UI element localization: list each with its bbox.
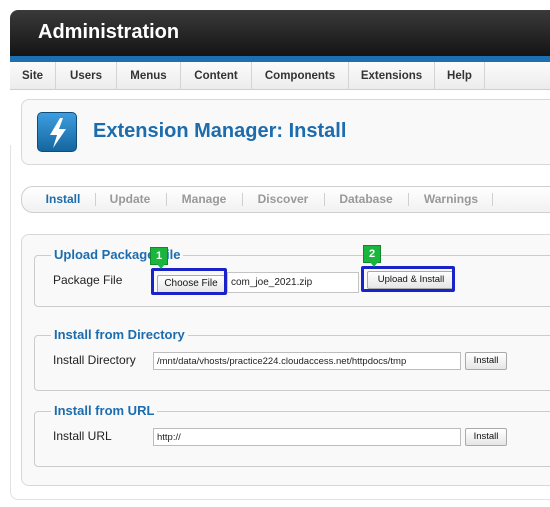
tab-divider — [95, 193, 96, 206]
admin-header: Administration — [10, 10, 550, 56]
tab-divider — [408, 193, 409, 206]
install-url-legend: Install from URL — [51, 403, 158, 419]
title-panel: Extension Manager: Install — [21, 99, 550, 165]
package-file-label: Package File — [53, 273, 123, 287]
step-1-badge: 1 — [150, 247, 168, 269]
tab-install[interactable]: Install — [36, 187, 90, 212]
menu-item-menus[interactable]: Menus — [117, 62, 181, 90]
menu-item-site[interactable]: Site — [10, 62, 56, 90]
tab-bar: Install Update Manage Discover Database … — [21, 186, 550, 213]
package-file-name: com_joe_2021.zip — [227, 272, 359, 293]
menu-item-users[interactable]: Users — [56, 62, 117, 90]
tab-divider — [492, 193, 493, 206]
menu-item-components[interactable]: Components — [252, 62, 349, 90]
tab-divider — [324, 193, 325, 206]
tab-database[interactable]: Database — [330, 187, 402, 212]
install-directory-input[interactable] — [153, 352, 461, 370]
install-url-label: Install URL — [53, 429, 112, 443]
tab-warnings[interactable]: Warnings — [414, 187, 488, 212]
menu-item-help[interactable]: Help — [435, 62, 485, 90]
install-panel: Upload Package File Package File Choose … — [21, 234, 550, 486]
menu-item-content[interactable]: Content — [181, 62, 252, 90]
install-url-fieldset: Install from URL Install URL Install — [34, 403, 550, 467]
install-directory-legend: Install from Directory — [51, 327, 188, 343]
install-directory-fieldset: Install from Directory Install Directory… — [34, 327, 550, 391]
tab-divider — [242, 193, 243, 206]
upload-install-highlight — [361, 266, 455, 292]
top-menu: Site Users Menus Content Components Exte… — [10, 62, 550, 90]
admin-title: Administration — [38, 21, 180, 43]
tab-divider — [166, 193, 167, 206]
tab-manage[interactable]: Manage — [172, 187, 236, 212]
page-title: Extension Manager: Install — [93, 120, 347, 142]
tab-update[interactable]: Update — [100, 187, 160, 212]
upload-package-fieldset: Upload Package File Package File Choose … — [34, 247, 550, 307]
install-url-button[interactable]: Install — [465, 428, 507, 446]
tab-discover[interactable]: Discover — [248, 187, 318, 212]
install-directory-button[interactable]: Install — [465, 352, 507, 370]
lightning-icon — [37, 112, 77, 152]
step-2-badge: 2 — [363, 245, 381, 267]
install-url-input[interactable] — [153, 428, 461, 446]
menu-item-extensions[interactable]: Extensions — [349, 62, 435, 90]
page: Administration Site Users Menus Content … — [0, 0, 550, 507]
choose-file-highlight — [151, 268, 227, 295]
install-directory-label: Install Directory — [53, 353, 136, 367]
